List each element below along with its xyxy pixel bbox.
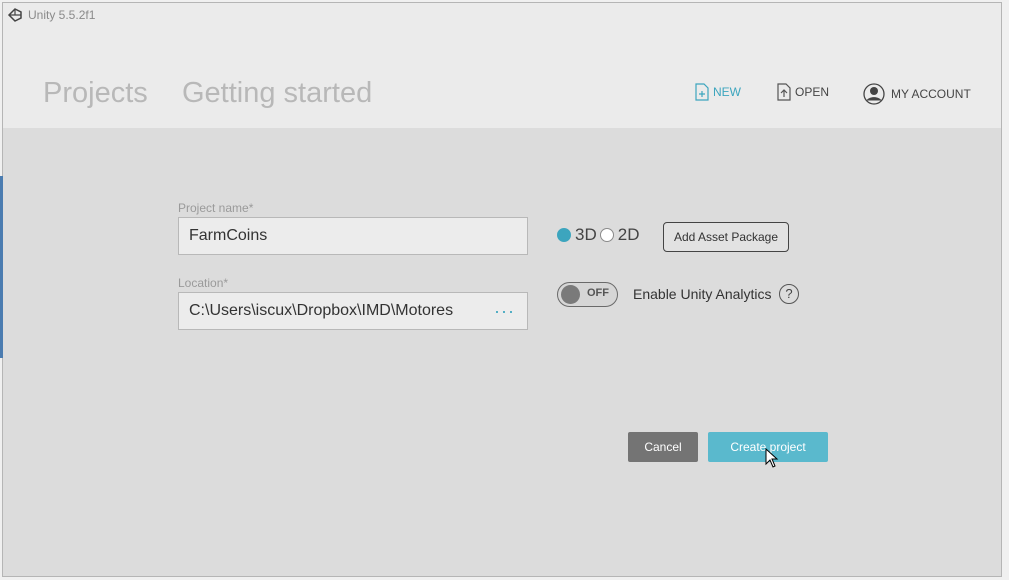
open-project-button[interactable]: OPEN	[777, 82, 829, 101]
analytics-toggle[interactable]: OFF	[557, 282, 618, 307]
location-value: C:\Users\iscux\Dropbox\IMD\Motores	[189, 302, 454, 319]
location-label: Location*	[178, 276, 229, 290]
location-input[interactable]: C:\Users\iscux\Dropbox\IMD\Motores ···	[178, 292, 528, 330]
radio-3d-label: 3D	[575, 225, 597, 244]
radio-2d[interactable]	[599, 228, 614, 242]
add-asset-package-button[interactable]: Add Asset Package	[663, 222, 789, 252]
project-name-input[interactable]: FarmCoins	[178, 217, 528, 255]
help-icon[interactable]: ?	[779, 284, 799, 304]
cancel-button[interactable]: Cancel	[628, 432, 698, 462]
browse-location-button[interactable]: ···	[494, 293, 515, 329]
launcher-header: Projects Getting started NEW OPEN MY ACC…	[3, 29, 1001, 128]
open-file-icon	[777, 83, 791, 101]
open-label: OPEN	[795, 84, 830, 99]
toggle-knob	[561, 285, 580, 304]
unity-logo-icon	[7, 8, 22, 22]
toggle-state-label: OFF	[587, 287, 609, 299]
tab-getting-started[interactable]: Getting started	[182, 77, 372, 110]
account-label: MY ACCOUNT	[891, 87, 971, 101]
left-edge-strip	[0, 176, 3, 358]
radio-2d-label: 2D	[617, 225, 640, 244]
new-label: NEW	[713, 85, 741, 99]
analytics-label: Enable Unity Analytics	[633, 286, 772, 302]
new-project-button[interactable]: NEW	[695, 83, 741, 101]
tab-projects[interactable]: Projects	[43, 77, 148, 110]
account-avatar-icon	[863, 83, 885, 105]
project-name-value: FarmCoins	[189, 227, 268, 244]
window-title: Unity 5.5.2f1	[28, 8, 96, 22]
unity-launcher-window: Unity 5.5.2f1 Projects Getting started N…	[2, 2, 1002, 577]
new-file-icon	[695, 83, 709, 101]
project-name-label: Project name*	[178, 201, 254, 215]
my-account-button[interactable]: MY ACCOUNT	[863, 83, 971, 105]
dimension-selector: 3D 2D	[557, 225, 639, 245]
title-bar: Unity 5.5.2f1	[3, 3, 1001, 29]
mouse-cursor-icon	[765, 448, 779, 468]
radio-3d[interactable]	[557, 228, 571, 242]
